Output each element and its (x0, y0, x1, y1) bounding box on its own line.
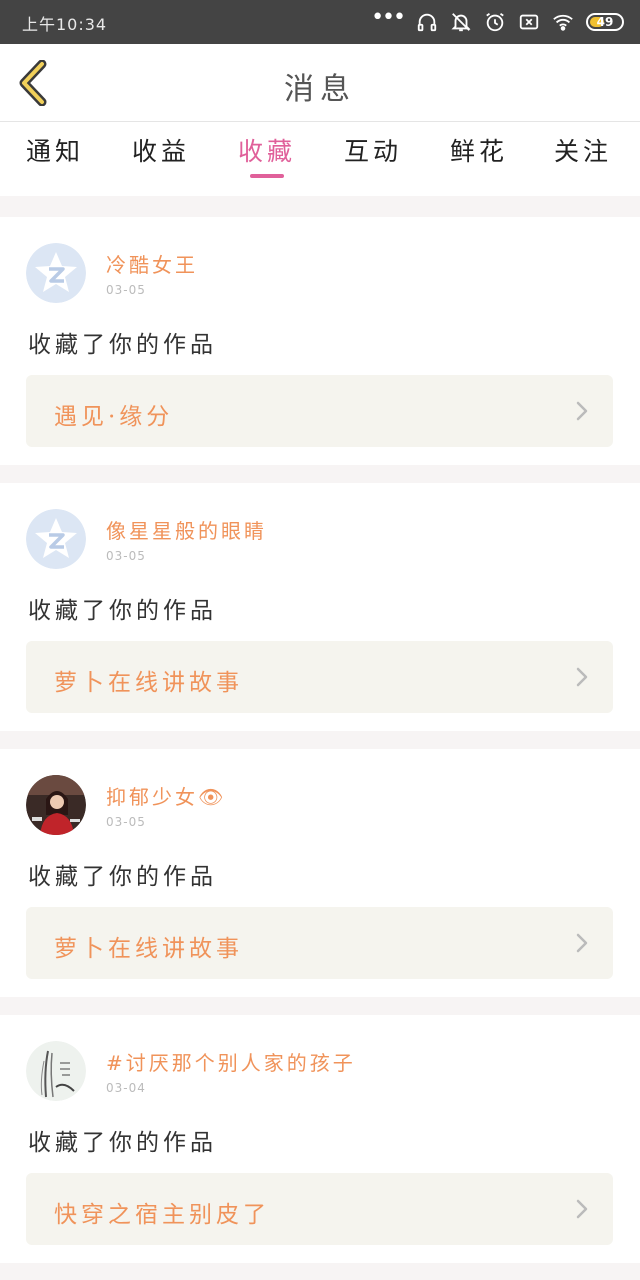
username[interactable]: #讨厌那个别人家的孩子 (106, 1047, 356, 1076)
mute-bell-icon (451, 13, 471, 32)
wifi-icon (553, 14, 573, 31)
page-title: 消息 (284, 72, 356, 107)
username[interactable]: 冷酷女王 (106, 249, 198, 278)
tab-interactions[interactable]: 互动 (328, 132, 418, 168)
tab-earnings[interactable]: 收益 (116, 132, 206, 168)
list-item: 冷酷女王 03-05 收藏了你的作品 遇见·缘分 (0, 217, 640, 465)
tab-flowers[interactable]: 鲜花 (434, 132, 524, 168)
headphones-icon (417, 13, 437, 32)
avatar[interactable] (26, 243, 86, 303)
default-avatar-icon (26, 243, 86, 303)
avatar[interactable] (26, 509, 86, 569)
list-item: 抑郁少女👁 03-05 收藏了你的作品 萝卜在线讲故事 (0, 749, 640, 997)
list-item: #讨厌那个别人家的孩子 03-04 收藏了你的作品 快穿之宿主别皮了 (0, 1015, 640, 1263)
active-tab-indicator (250, 174, 284, 178)
list-item: 像星星般的眼睛 03-05 收藏了你的作品 萝卜在线讲故事 (0, 483, 640, 731)
no-sim-icon (519, 14, 539, 30)
username[interactable]: 像星星般的眼睛 (106, 515, 267, 544)
battery-level: 49 (596, 15, 614, 29)
username[interactable]: 抑郁少女👁 (106, 781, 226, 810)
avatar[interactable] (26, 775, 86, 835)
chevron-right-icon (576, 401, 588, 421)
alarm-icon (486, 12, 504, 32)
action-text: 收藏了你的作品 (28, 598, 217, 624)
work-link[interactable]: 萝卜在线讲故事 (26, 907, 613, 979)
chevron-right-icon (576, 667, 588, 687)
header: 消息 (0, 44, 640, 122)
tab-favorites[interactable]: 收藏 (222, 132, 312, 168)
work-link[interactable]: 快穿之宿主别皮了 (26, 1173, 613, 1245)
timestamp: 03-05 (106, 815, 146, 829)
default-avatar-icon (26, 509, 86, 569)
work-link[interactable]: 遇见·缘分 (26, 375, 613, 447)
action-text: 收藏了你的作品 (28, 332, 217, 358)
photo-avatar-icon (26, 775, 86, 835)
timestamp: 03-04 (106, 1081, 146, 1095)
action-text: 收藏了你的作品 (28, 864, 217, 890)
status-time: 上午10:34 (22, 15, 108, 34)
action-text: 收藏了你的作品 (28, 1130, 217, 1156)
tab-notifications[interactable]: 通知 (10, 132, 100, 168)
work-title: 快穿之宿主别皮了 (54, 1202, 270, 1228)
battery-indicator: 49 (586, 13, 624, 31)
status-bar: 上午10:34 ••• 49 (0, 0, 640, 44)
tab-bar: 通知 收益 收藏 互动 鲜花 关注 (0, 122, 640, 196)
work-title: 萝卜在线讲故事 (54, 670, 243, 696)
more-dots-icon: ••• (371, 5, 406, 30)
battery-icon: 49 (586, 13, 624, 31)
avatar[interactable] (26, 1041, 86, 1101)
work-title: 萝卜在线讲故事 (54, 936, 243, 962)
timestamp: 03-05 (106, 283, 146, 297)
tab-following[interactable]: 关注 (538, 132, 628, 168)
status-icons: ••• 49 (371, 5, 624, 36)
work-link[interactable]: 萝卜在线讲故事 (26, 641, 613, 713)
work-title: 遇见·缘分 (54, 404, 174, 430)
chevron-right-icon (576, 933, 588, 953)
sketch-avatar-icon (26, 1041, 86, 1101)
chevron-right-icon (576, 1199, 588, 1219)
timestamp: 03-05 (106, 549, 146, 563)
